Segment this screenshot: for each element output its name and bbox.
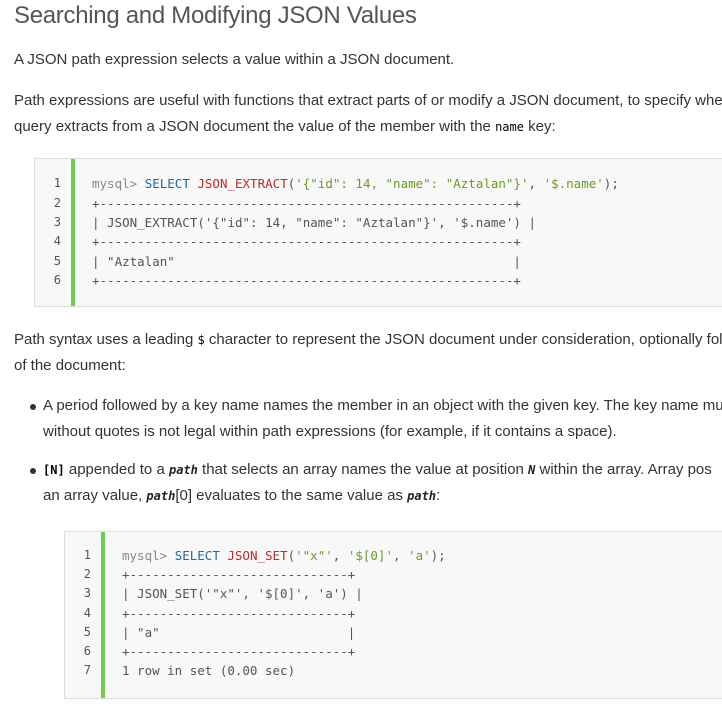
line-number-gutter: 1 2 3 4 5 6 [35, 159, 75, 306]
bullet-text: within the array. Array pos [539, 461, 712, 478]
function-name: JSON_SET [227, 548, 288, 563]
code-line: 1 row in set (0.00 sec) [122, 663, 296, 678]
variable: path [146, 489, 176, 503]
inline-code: $ [197, 333, 205, 347]
paragraph-line: query extracts from a JSON document the … [14, 118, 491, 135]
punct: , [392, 548, 409, 563]
line-number: 2 [83, 567, 91, 581]
intro-paragraph: A JSON path expression selects a value w… [14, 51, 455, 68]
variable: path [168, 463, 198, 477]
line-number: 5 [83, 625, 91, 639]
string-literal: '{"id": 14, "name": "Aztalan"}' [295, 176, 529, 191]
bullet-text: [0] evaluates to the same value as [175, 487, 403, 504]
bullet-item-period: A period followed by a key name names th… [43, 393, 722, 445]
bullet-item-array: [N] appended to a path that selects an a… [43, 457, 712, 509]
bullet-text: an array value, [43, 487, 143, 504]
paragraph-path-syntax: Path syntax uses a leading $ character t… [14, 327, 722, 379]
line-number: 3 [83, 586, 91, 600]
keyword: SELECT [144, 176, 190, 191]
code-line: +---------------------------------------… [92, 273, 521, 288]
section-heading: Searching and Modifying JSON Values [14, 2, 417, 29]
variable: N [528, 463, 536, 477]
prompt: mysql> [122, 548, 168, 563]
code-line: +---------------------------------------… [92, 234, 521, 249]
code-block-json-extract: 1 2 3 4 5 6 mysql> SELECT JSON_EXTRACT('… [34, 158, 722, 307]
line-number: 5 [53, 254, 61, 268]
line-number: 6 [83, 644, 91, 658]
string-literal: '$.name' [543, 176, 604, 191]
punct: ); [603, 176, 619, 191]
bullet-text: that selects an array names the value at… [202, 461, 524, 478]
paragraph-path-expressions: Path expressions are useful with functio… [14, 88, 722, 140]
line-number: 4 [53, 234, 61, 248]
line-number: 4 [83, 606, 91, 620]
paragraph-line: of the document: [14, 357, 126, 374]
string-literal: '$[0]' [347, 548, 393, 563]
bullet-line: without quotes is not legal within path … [43, 423, 617, 440]
string-literal: 'a' [408, 548, 431, 563]
line-number: 2 [53, 196, 61, 210]
code-line: +-----------------------------+ [122, 606, 356, 621]
code-line: | JSON_SET('"x"', '$[0]', 'a') | [122, 586, 363, 601]
code-line: +---------------------------------------… [92, 196, 521, 211]
line-number: 3 [53, 215, 61, 229]
punct: ( [287, 548, 296, 563]
inline-code: name [495, 120, 524, 134]
paragraph-line: Path expressions are useful with functio… [14, 92, 722, 109]
prompt: mysql> [92, 176, 138, 191]
bullet-dot [30, 404, 36, 410]
paragraph-line: Path syntax uses a leading [14, 331, 194, 348]
code-line: +-----------------------------+ [122, 567, 356, 582]
variable: path [407, 489, 437, 503]
punct: , [528, 176, 544, 191]
code-line: | JSON_EXTRACT('{"id": 14, "name": "Azta… [92, 215, 537, 230]
line-number: 1 [53, 176, 61, 190]
string-literal: '"x"' [295, 548, 333, 563]
code-line: mysql> SELECT JSON_SET('"x"', '$[0]', 'a… [122, 548, 446, 563]
paragraph-line: character to represent the JSON document… [208, 331, 722, 348]
code-line: +-----------------------------+ [122, 644, 356, 659]
bullet-dot [30, 468, 36, 474]
line-number-gutter: 1 2 3 4 5 6 7 [65, 532, 105, 698]
keyword: SELECT [174, 548, 220, 563]
bullet-line: A period followed by a key name names th… [43, 397, 722, 414]
code-line: mysql> SELECT JSON_EXTRACT('{"id": 14, "… [92, 176, 619, 191]
punct: , [332, 548, 348, 563]
punct: ); [430, 548, 446, 563]
line-number: 1 [83, 548, 91, 562]
bullet-text: : [436, 487, 441, 504]
line-number: 6 [53, 273, 61, 287]
inline-code: [N] [43, 463, 65, 477]
code-line: | "Aztalan" | [92, 254, 521, 269]
code-block-json-set: 1 2 3 4 5 6 7 mysql> SELECT JSON_SET('"x… [64, 531, 722, 699]
function-name: JSON_EXTRACT [197, 176, 288, 191]
line-number: 7 [83, 663, 91, 677]
bullet-text: appended to a [68, 461, 165, 478]
paragraph-line: key: [528, 118, 556, 135]
code-line: | "a" | [122, 625, 356, 640]
